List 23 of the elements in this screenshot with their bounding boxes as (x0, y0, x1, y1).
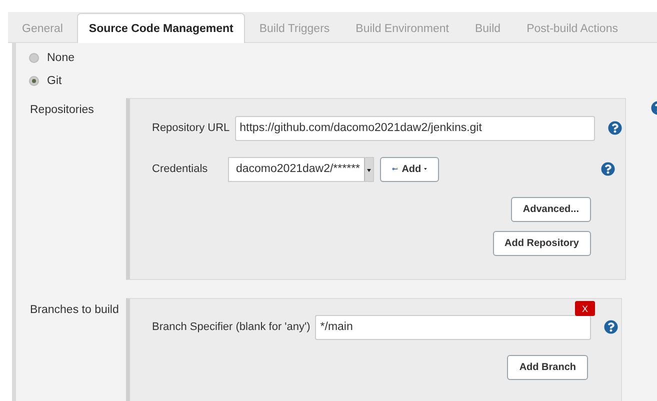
add-credentials-button[interactable]: Add (380, 156, 439, 182)
credentials-select[interactable]: dacomo2021daw2/****** (228, 156, 374, 182)
radio-label: Git (47, 74, 62, 86)
section-label: Repositories (29, 103, 95, 118)
delete-button[interactable]: X (575, 301, 595, 316)
add-repository-button[interactable]: Add Repository (492, 231, 591, 256)
radio-button[interactable] (29, 76, 39, 86)
advanced-button[interactable]: Advanced... (510, 197, 591, 222)
field-label: Repository URL (152, 122, 231, 134)
radio-button[interactable] (29, 52, 39, 62)
help-icon[interactable] (601, 162, 615, 176)
caret-icon (424, 167, 427, 171)
branch-specifier-field[interactable]: */main (315, 314, 592, 340)
help-icon[interactable] (608, 121, 622, 135)
key-icon (392, 165, 399, 173)
repository-url-field[interactable]: https://github.com/dacomo2021daw2/jenkins.git (234, 116, 595, 140)
add-branch-button[interactable]: Add Branch (507, 355, 588, 380)
tab[interactable]: Source Code Management (76, 13, 246, 43)
section-label: Branches to build (29, 303, 120, 318)
help-icon[interactable] (604, 320, 618, 334)
field-label: Credentials (152, 163, 209, 175)
field-label: Branch Specifier (blank for 'any') (152, 321, 312, 333)
radio-label: None (47, 52, 74, 64)
